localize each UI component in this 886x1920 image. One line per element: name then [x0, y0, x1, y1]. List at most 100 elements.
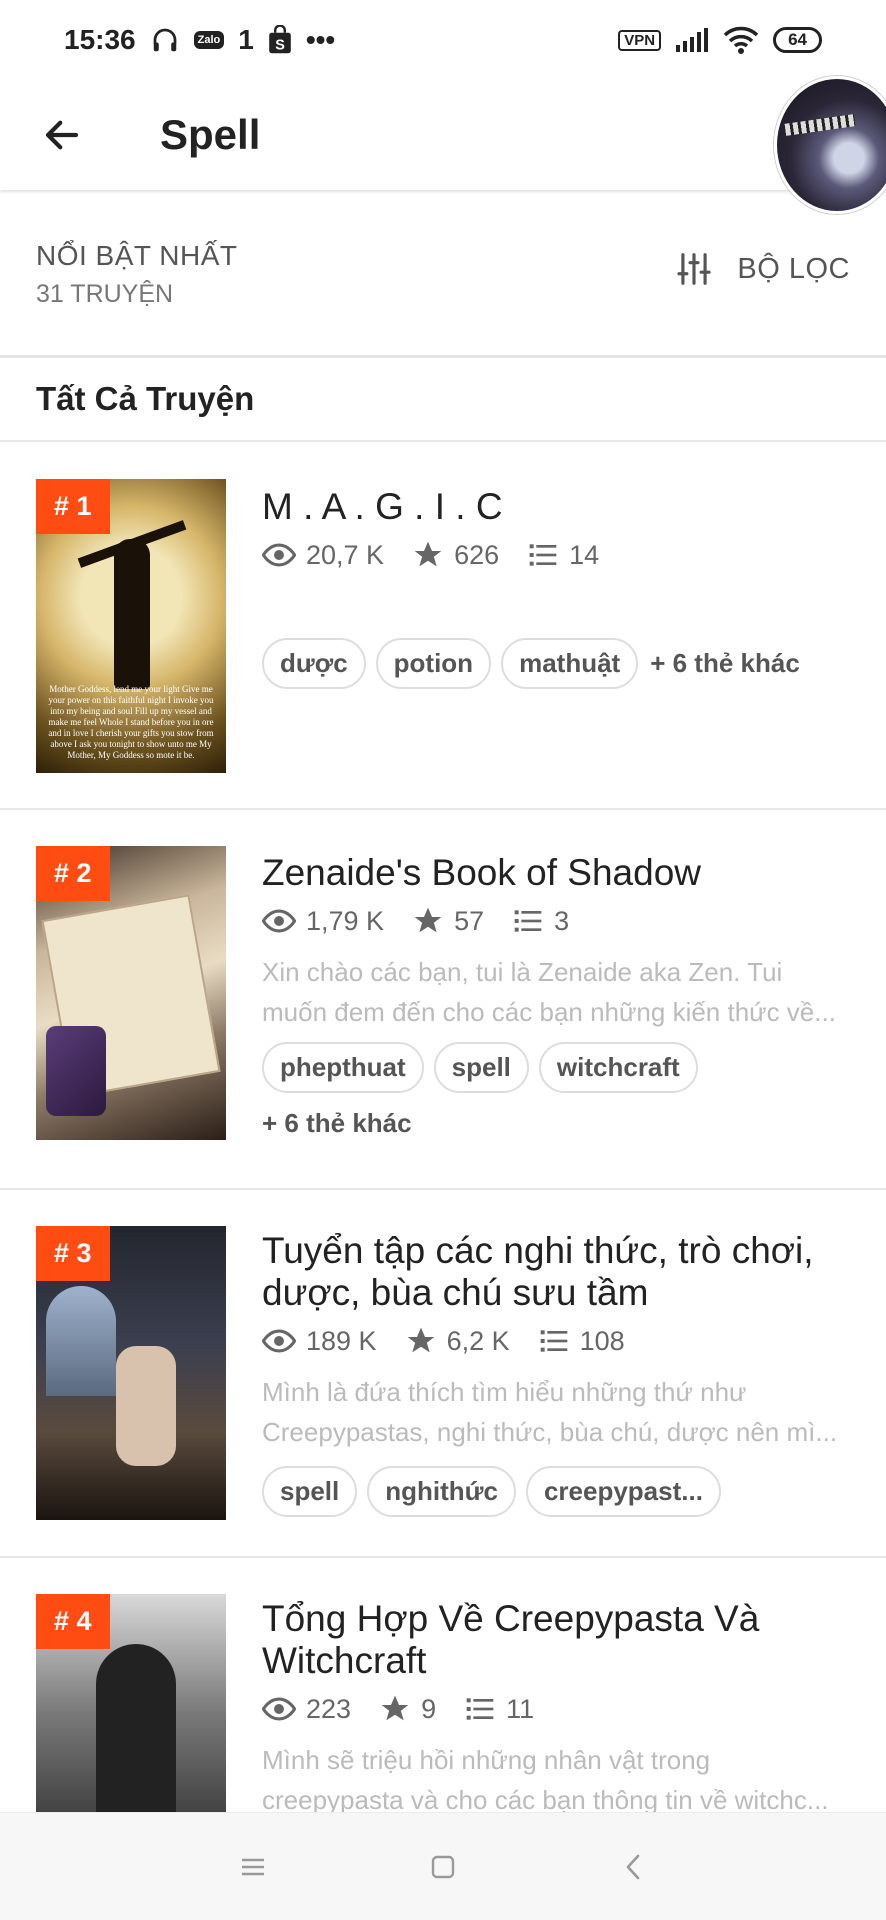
status-bar: 15:36 Zalo 1 S ••• VPN 64: [0, 0, 886, 80]
parts-count: 14: [569, 539, 600, 570]
rank-badge: # 4: [36, 1594, 110, 1649]
back-nav-button[interactable]: [613, 1847, 653, 1887]
parts-stat: 14: [527, 539, 599, 571]
shopping-bag-icon: S: [268, 25, 292, 55]
section-title: Tất Cả Truyện: [36, 380, 255, 417]
story-cover[interactable]: # 4: [36, 1594, 226, 1812]
list-icon: [466, 1698, 494, 1720]
notification-count: 1: [238, 24, 254, 55]
story-title[interactable]: M . A . G . I . C: [262, 486, 862, 528]
views-stat: 189 K: [262, 1324, 377, 1358]
parts-count: 108: [579, 1325, 625, 1356]
star-icon: [414, 541, 442, 567]
signal-icon: [675, 27, 709, 53]
story-stats: 223 9 11: [262, 1692, 562, 1726]
list-icon: [529, 544, 557, 566]
rank-badge: # 3: [36, 1226, 110, 1281]
more-tags-link[interactable]: + 6 thẻ khác: [650, 648, 800, 679]
list-icon: [514, 910, 542, 932]
votes-count: 9: [421, 1693, 437, 1724]
story-item[interactable]: # 4 Tổng Hợp Về Creepypasta Và Witchcraf…: [0, 1558, 886, 1812]
rank-badge: # 1: [36, 479, 110, 534]
filter-label: BỘ LỌC: [737, 252, 850, 285]
story-description: Mình là đứa thích tìm hiểu những thứ như…: [262, 1377, 838, 1447]
cover-caption: Mother Goddess, lend me your light Give …: [48, 684, 214, 760]
tag-chip[interactable]: witchcraft: [538, 1042, 698, 1093]
parts-stat: 11: [464, 1693, 534, 1725]
menu-icon: [242, 1858, 264, 1875]
story-cover[interactable]: # 2: [36, 846, 226, 1140]
eye-icon: [262, 1329, 296, 1353]
home-nav-button[interactable]: [423, 1847, 463, 1887]
story-stats: 20,7 K 626 14: [262, 538, 627, 572]
tag-chip[interactable]: mathuật: [501, 638, 639, 689]
tag-list: spell nghithức creepypast...: [262, 1466, 721, 1517]
list-icon: [540, 1330, 567, 1352]
story-description: Mình sẽ triệu hồi những nhân vật trong c…: [262, 1745, 829, 1812]
tag-chip[interactable]: spell: [433, 1042, 529, 1093]
tag-chip[interactable]: creepypast...: [525, 1466, 721, 1517]
story-item[interactable]: # 2 Zenaide's Book of Shadow 1,79 K 57 3…: [0, 810, 886, 1188]
story-cover[interactable]: Mother Goddess, lend me your light Give …: [36, 479, 226, 773]
system-nav-bar: [0, 1812, 886, 1920]
story-cover[interactable]: # 3: [36, 1226, 226, 1520]
story-title[interactable]: Tuyển tập các nghi thức, trò chơi, dược,…: [262, 1230, 862, 1314]
zalo-notification-icon: Zalo: [193, 31, 225, 49]
arrow-left-icon: [45, 120, 79, 150]
story-count: 31 TRUYỆN: [36, 280, 174, 308]
tag-list: phepthuat spell witchcraft: [262, 1042, 698, 1093]
parts-stat: 108: [538, 1325, 625, 1357]
star-icon: [407, 1327, 434, 1353]
vpn-indicator: VPN: [618, 29, 662, 51]
votes-stat: 626: [412, 539, 499, 571]
tag-chip[interactable]: nghithức: [367, 1466, 516, 1517]
chevron-left-icon: [626, 1854, 640, 1879]
tag-chip[interactable]: dược: [262, 638, 366, 689]
star-icon: [414, 907, 442, 933]
eye-icon: [262, 1697, 296, 1721]
tag-chip[interactable]: spell: [262, 1466, 358, 1517]
page-title: Spell: [160, 111, 261, 158]
more-notifications: •••: [305, 24, 336, 55]
parts-count: 3: [554, 905, 570, 936]
votes-count: 626: [454, 539, 500, 570]
views-count: 189 K: [306, 1325, 377, 1356]
battery-indicator: 64: [773, 27, 822, 53]
more-tags-link[interactable]: + 6 thẻ khác: [262, 1108, 412, 1139]
menu-nav-button[interactable]: [233, 1847, 273, 1887]
wifi-icon: [723, 26, 759, 54]
filter-button[interactable]: BỘ LỌC: [675, 250, 850, 288]
app-bar: Spell: [0, 76, 886, 214]
eye-icon: [262, 543, 296, 567]
views-stat: 223: [262, 1692, 351, 1726]
sort-label[interactable]: NỔI BẬT NHẤT: [36, 240, 238, 272]
votes-count: 6,2 K: [446, 1325, 510, 1356]
parts-stat: 3: [512, 905, 569, 937]
sliders-icon: [677, 253, 712, 285]
story-title[interactable]: Zenaide's Book of Shadow: [262, 852, 862, 894]
votes-stat: 9: [379, 1693, 436, 1725]
rank-badge: # 2: [36, 846, 110, 901]
back-button[interactable]: [30, 103, 94, 167]
tag-chip[interactable]: potion: [375, 638, 492, 689]
story-item[interactable]: # 3 Tuyển tập các nghi thức, trò chơi, d…: [0, 1190, 886, 1556]
votes-count: 57: [454, 905, 485, 936]
square-icon: [431, 1855, 455, 1878]
votes-stat: 57: [412, 905, 484, 937]
headphones-icon: [150, 25, 180, 55]
story-description: Xin chào các bạn, tui là Zenaide aka Zen…: [262, 957, 836, 1027]
eye-icon: [262, 909, 296, 933]
views-stat: 1,79 K: [262, 904, 384, 938]
story-stats: 189 K 6,2 K 108: [262, 1324, 653, 1358]
star-icon: [381, 1695, 409, 1721]
svg-text:S: S: [275, 38, 285, 54]
story-item[interactable]: Mother Goddess, lend me your light Give …: [0, 442, 886, 808]
views-count: 20,7 K: [306, 539, 385, 570]
parts-count: 11: [506, 1693, 535, 1724]
filter-bar: NỔI BẬT NHẤT 31 TRUYỆN BỘ LỌC: [0, 190, 886, 358]
views-count: 1,79 K: [306, 905, 385, 936]
views-stat: 20,7 K: [262, 538, 384, 572]
status-time: 15:36: [64, 24, 136, 55]
story-title[interactable]: Tổng Hợp Về Creepypasta Và Witchcraft: [262, 1598, 862, 1682]
tag-chip[interactable]: phepthuat: [262, 1042, 424, 1093]
